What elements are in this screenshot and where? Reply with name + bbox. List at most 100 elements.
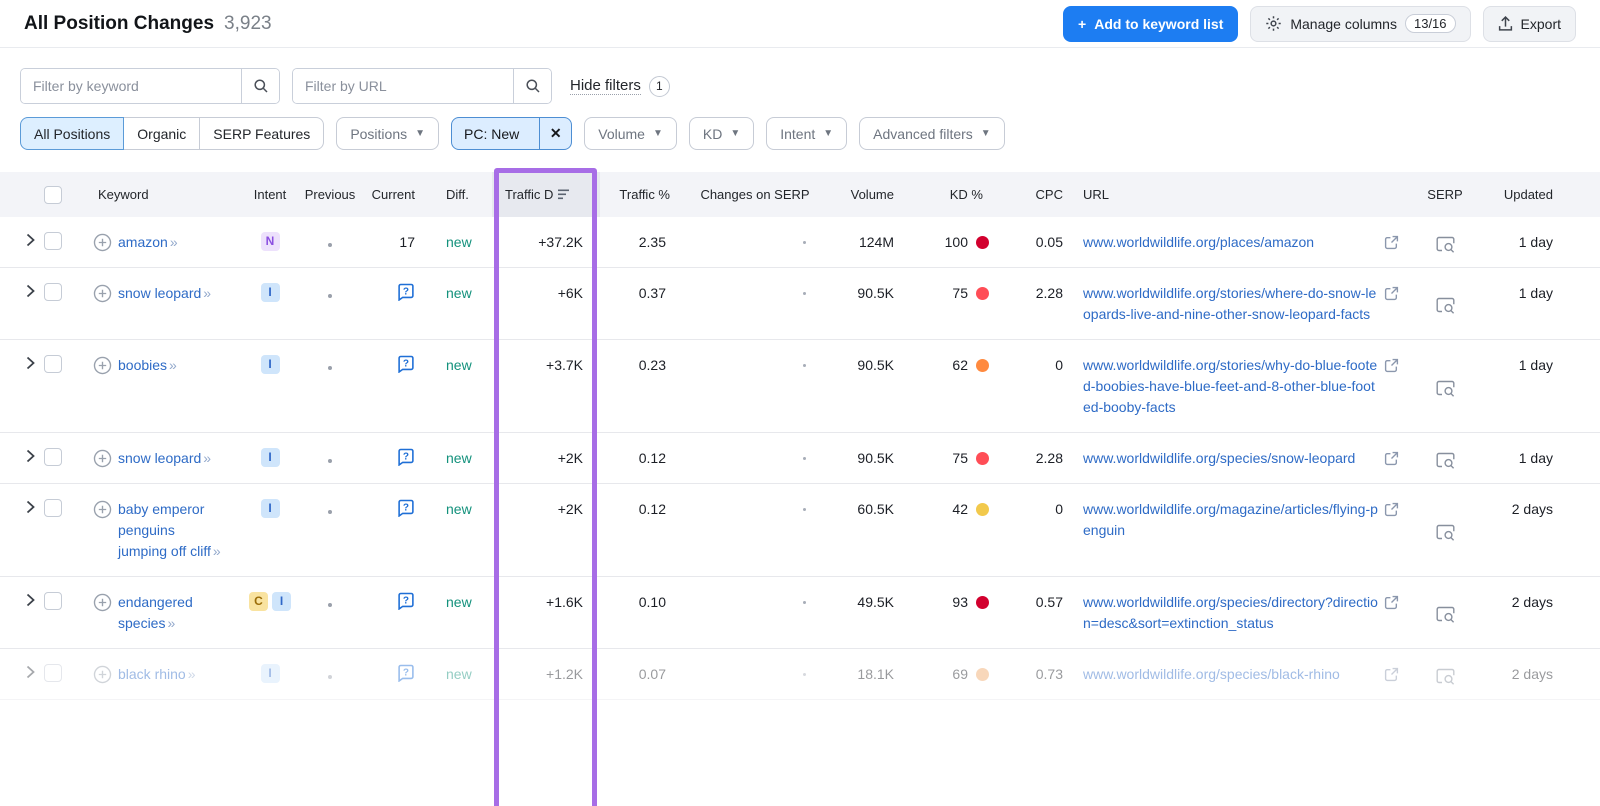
keyword-link[interactable]: snow leopard» xyxy=(118,448,220,469)
question-bubble-icon[interactable]: ? xyxy=(397,664,415,682)
tab-organic[interactable]: Organic xyxy=(123,117,201,150)
url-link[interactable]: www.worldwildlife.org/stories/why-do-blu… xyxy=(1083,355,1378,418)
col-traffic-pct[interactable]: Traffic % xyxy=(600,187,690,202)
row-checkbox[interactable] xyxy=(44,592,62,610)
keyword-link[interactable]: snow leopard» xyxy=(118,283,220,304)
col-kd[interactable]: KD % xyxy=(900,187,995,202)
add-keyword-plus-icon[interactable] xyxy=(93,233,112,252)
keyword-filter-input[interactable] xyxy=(21,69,241,103)
expand-row-chevron[interactable] xyxy=(26,449,35,463)
question-bubble-icon[interactable]: ? xyxy=(397,448,415,466)
view-serp-icon[interactable] xyxy=(1436,502,1455,562)
col-updated[interactable]: Updated xyxy=(1475,187,1600,202)
expand-row-chevron[interactable] xyxy=(26,665,35,679)
hide-filters-link[interactable]: Hide filters xyxy=(570,77,641,95)
expand-row-chevron[interactable] xyxy=(26,284,35,298)
keyword-search-button[interactable] xyxy=(241,69,279,103)
col-cpc[interactable]: CPC xyxy=(995,187,1070,202)
volume-filter-dropdown[interactable]: Volume ▼ xyxy=(584,117,677,150)
view-serp-icon[interactable] xyxy=(1436,451,1455,469)
keyword-link[interactable]: endangered species» xyxy=(118,592,220,634)
col-diff[interactable]: Diff. xyxy=(430,187,492,202)
add-keyword-plus-icon[interactable] xyxy=(93,500,112,519)
col-current[interactable]: Current xyxy=(360,187,430,202)
tab-all-positions[interactable]: All Positions xyxy=(20,117,125,150)
add-keyword-plus-icon[interactable] xyxy=(93,665,112,684)
expand-row-chevron[interactable] xyxy=(26,593,35,607)
col-traffic-diff-label: Traffic D xyxy=(505,187,554,202)
kd-dot xyxy=(976,359,989,372)
chevron-down-icon: ▼ xyxy=(730,128,741,139)
external-link-icon[interactable] xyxy=(1384,235,1399,250)
intent-filter-dropdown[interactable]: Intent ▼ xyxy=(766,117,848,150)
url-link[interactable]: www.worldwildlife.org/species/directory?… xyxy=(1083,592,1378,634)
search-icon xyxy=(525,78,541,94)
keyword-link[interactable]: boobies» xyxy=(118,355,220,376)
add-keyword-plus-icon[interactable] xyxy=(93,356,112,375)
tab-serp-features[interactable]: SERP Features xyxy=(199,117,325,150)
keyword-link[interactable]: amazon» xyxy=(118,232,220,253)
url-link[interactable]: www.worldwildlife.org/stories/where-do-s… xyxy=(1083,283,1378,325)
row-checkbox[interactable] xyxy=(44,499,62,517)
kd-filter-dropdown[interactable]: KD ▼ xyxy=(688,117,755,150)
url-link[interactable]: www.worldwildlife.org/species/snow-leopa… xyxy=(1083,448,1378,469)
col-changes-on-serp[interactable]: Changes on SERP xyxy=(690,187,820,202)
row-checkbox[interactable] xyxy=(44,664,62,682)
col-intent[interactable]: Intent xyxy=(240,187,300,202)
col-keyword[interactable]: Keyword xyxy=(78,187,240,202)
volume-filter-label: Volume xyxy=(598,125,645,142)
view-serp-icon[interactable] xyxy=(1436,235,1455,253)
col-serp[interactable]: SERP xyxy=(1415,187,1475,202)
remove-filter-button[interactable]: ✕ xyxy=(539,118,571,149)
question-bubble-icon[interactable]: ? xyxy=(397,283,415,301)
url-link[interactable]: www.worldwildlife.org/magazine/articles/… xyxy=(1083,499,1378,541)
add-keyword-plus-icon[interactable] xyxy=(93,593,112,612)
col-url[interactable]: URL xyxy=(1070,187,1415,202)
row-checkbox[interactable] xyxy=(44,283,62,301)
add-keyword-plus-icon[interactable] xyxy=(93,284,112,303)
expand-row-chevron[interactable] xyxy=(26,233,35,247)
url-search-button[interactable] xyxy=(513,69,551,103)
external-link-icon[interactable] xyxy=(1384,358,1399,373)
question-bubble-icon[interactable]: ? xyxy=(397,499,415,517)
view-serp-icon[interactable] xyxy=(1436,595,1455,634)
intent-badges: I xyxy=(240,484,300,576)
question-bubble-icon[interactable]: ? xyxy=(397,592,415,610)
question-bubble-icon[interactable]: ? xyxy=(397,355,415,373)
row-checkbox[interactable] xyxy=(44,355,62,373)
positions-filter-dropdown[interactable]: Positions ▼ xyxy=(336,117,440,150)
add-keyword-plus-icon[interactable] xyxy=(93,449,112,468)
view-serp-icon[interactable] xyxy=(1436,667,1455,685)
traffic-pct-value: 0.12 xyxy=(638,501,666,517)
keyword-link[interactable]: baby emperor penguins jumping off cliff» xyxy=(118,499,221,562)
row-checkbox[interactable] xyxy=(44,448,62,466)
external-link-icon[interactable] xyxy=(1384,502,1399,517)
select-all-checkbox[interactable] xyxy=(44,185,62,204)
external-link-icon[interactable] xyxy=(1384,286,1399,301)
col-previous[interactable]: Previous xyxy=(300,187,360,202)
svg-text:?: ? xyxy=(403,287,409,298)
previous-position-dot xyxy=(328,603,332,607)
expand-row-chevron[interactable] xyxy=(26,500,35,514)
view-serp-icon[interactable] xyxy=(1436,286,1455,325)
updated-value: 1 day xyxy=(1518,234,1553,250)
col-volume[interactable]: Volume xyxy=(820,187,900,202)
external-link-icon[interactable] xyxy=(1384,667,1399,682)
url-filter-input[interactable] xyxy=(293,69,513,103)
row-checkbox[interactable] xyxy=(44,232,62,250)
keyword-link[interactable]: black rhino» xyxy=(118,664,220,685)
expand-row-chevron[interactable] xyxy=(26,356,35,370)
external-link-icon[interactable] xyxy=(1384,595,1399,610)
advanced-filters-dropdown[interactable]: Advanced filters ▼ xyxy=(859,117,1005,150)
export-button[interactable]: Export xyxy=(1482,5,1576,42)
add-to-keyword-list-button[interactable]: + Add to keyword list xyxy=(1063,5,1239,42)
url-link[interactable]: www.worldwildlife.org/places/amazon xyxy=(1083,232,1378,253)
manage-columns-button[interactable]: Manage columns 13/16 xyxy=(1250,5,1471,42)
url-link[interactable]: www.worldwildlife.org/species/black-rhin… xyxy=(1083,664,1378,685)
col-traffic-diff[interactable]: Traffic D xyxy=(492,172,600,217)
title-bar: All Position Changes 3,923 + Add to keyw… xyxy=(0,0,1600,48)
manage-columns-label: Manage columns xyxy=(1290,15,1397,32)
pc-new-filter-chip[interactable]: PC: New ✕ xyxy=(451,117,573,150)
external-link-icon[interactable] xyxy=(1384,451,1399,466)
view-serp-icon[interactable] xyxy=(1436,358,1455,418)
